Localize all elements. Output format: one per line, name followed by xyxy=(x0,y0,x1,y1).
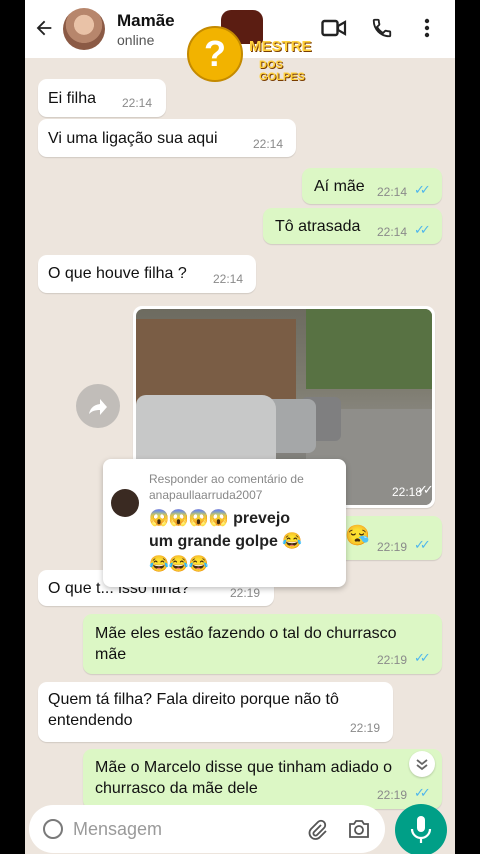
double-check-icon: ✓✓ xyxy=(414,182,431,197)
watermark-line2: DOS GOLPES xyxy=(259,59,305,83)
back-arrow-icon[interactable] xyxy=(33,17,55,39)
scroll-to-bottom-button[interactable] xyxy=(409,751,435,777)
emoji-icon[interactable] xyxy=(43,819,63,839)
message-time: 22:14 xyxy=(213,272,244,286)
forward-icon xyxy=(89,399,107,415)
message-time: 22:19 xyxy=(377,540,408,554)
more-vert-icon[interactable] xyxy=(423,17,431,39)
mic-icon xyxy=(410,816,432,843)
message-time: 22:14 xyxy=(122,96,153,110)
contact-status: online xyxy=(117,32,155,48)
comment-reply-title: Responder ao comentário de anapaullaarru… xyxy=(149,472,304,502)
message-time: 22:14 xyxy=(253,137,284,151)
commenter-avatar xyxy=(111,489,139,517)
message-text: O que houve filha ? xyxy=(48,265,187,282)
message-text: Aí mãe xyxy=(314,178,365,195)
watermark-question-mark: ? xyxy=(187,26,243,82)
phone-icon[interactable] xyxy=(371,17,393,39)
double-check-icon: ✓✓ xyxy=(417,482,434,497)
mic-button[interactable] xyxy=(395,804,447,854)
message-text: Quem tá filha? Fala direito porque não t… xyxy=(48,691,339,729)
message-text: Vi uma ligação sua aqui xyxy=(48,130,218,147)
message-outgoing[interactable]: Tô atrasada 22:14 ✓✓ xyxy=(263,208,442,244)
double-check-icon: ✓✓ xyxy=(414,537,431,552)
chat-screen: Mamãe online ? MESTRE DOS GOLPES Ei filh… xyxy=(25,0,455,854)
comment-reply-overlay[interactable]: Responder ao comentário de anapaullaarru… xyxy=(103,459,346,587)
message-text: Tô atrasada xyxy=(275,218,361,235)
message-time: 22:19 xyxy=(350,721,381,735)
double-check-icon: ✓✓ xyxy=(414,650,431,665)
watermark-line1: MESTRE xyxy=(249,38,312,55)
message-incoming[interactable]: Ei filha 22:14 xyxy=(38,79,166,117)
watermark-logo: ? MESTRE DOS GOLPES xyxy=(187,10,323,83)
message-text: Mãe o Marcelo disse que tinham adiado o … xyxy=(95,759,393,797)
contact-name[interactable]: Mamãe xyxy=(117,11,175,31)
forward-button[interactable] xyxy=(76,384,120,428)
message-text: Mãe eles estão fazendo o tal do churrasc… xyxy=(95,625,397,663)
message-composer[interactable]: Mensagem xyxy=(29,805,385,853)
message-incoming[interactable]: Quem tá filha? Fala direito porque não t… xyxy=(38,682,393,742)
message-outgoing[interactable]: Aí mãe 22:14 ✓✓ xyxy=(302,168,442,204)
message-outgoing[interactable]: Mãe o Marcelo disse que tinham adiado o … xyxy=(83,749,442,809)
contact-avatar[interactable] xyxy=(63,8,105,50)
comment-text: 😱😱😱😱 prevejo um grande golpe 😂 😂😂😂 xyxy=(149,510,303,573)
message-text: Ei filha xyxy=(48,90,97,107)
video-call-icon[interactable] xyxy=(321,17,347,39)
message-time: 22:19 xyxy=(377,788,408,802)
attach-icon[interactable] xyxy=(307,819,327,841)
chevron-down-icon xyxy=(416,759,428,771)
double-check-icon: ✓✓ xyxy=(414,222,431,237)
message-time: 22:19 xyxy=(230,586,261,600)
message-input[interactable]: Mensagem xyxy=(73,819,162,840)
message-time: 22:19 xyxy=(377,653,408,667)
message-time: 22:14 xyxy=(377,185,408,199)
message-incoming[interactable]: O que houve filha ? 22:14 xyxy=(38,255,256,293)
message-incoming[interactable]: Vi uma ligação sua aqui 22:14 xyxy=(38,119,296,157)
message-outgoing[interactable]: Mãe eles estão fazendo o tal do churrasc… xyxy=(83,614,442,674)
double-check-icon: ✓✓ xyxy=(414,785,431,800)
camera-icon[interactable] xyxy=(347,819,371,839)
message-time: 22:14 xyxy=(377,225,408,239)
message-text: 😪 xyxy=(345,525,370,547)
